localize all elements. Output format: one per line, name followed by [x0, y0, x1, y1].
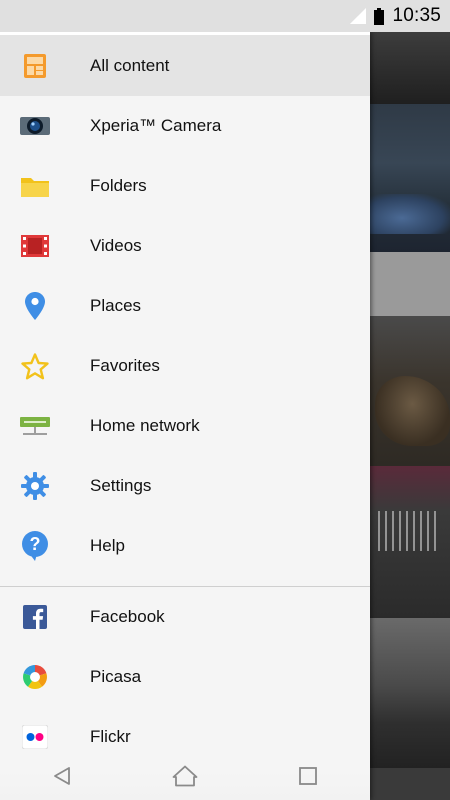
- drawer-item-xperia-camera[interactable]: Xperia™ Camera: [0, 96, 370, 156]
- flickr-icon: [20, 722, 50, 752]
- drawer-item-label: Facebook: [90, 607, 165, 626]
- clock: 10:35: [392, 5, 441, 26]
- recents-icon: [299, 767, 318, 785]
- drawer-item-all-content[interactable]: All content: [0, 36, 370, 96]
- drawer-item-label: Flickr: [90, 727, 131, 746]
- photo-thumbnail[interactable]: [370, 104, 450, 252]
- folder-icon: [20, 171, 50, 201]
- drawer-item-label: Places: [90, 296, 142, 315]
- help-icon: ?: [20, 531, 50, 561]
- drawer-item-favorites[interactable]: Favorites: [0, 336, 370, 396]
- drawer-item-label: Help: [90, 536, 125, 555]
- drawer-item-places[interactable]: Places: [0, 276, 370, 336]
- drawer-item-help[interactable]: ? Help: [0, 516, 370, 576]
- drawer-item-label: Folders: [90, 176, 147, 195]
- system-nav-bar: [0, 752, 370, 800]
- recents-button[interactable]: [263, 756, 353, 796]
- film-icon: [20, 231, 50, 261]
- svg-text:?: ?: [30, 534, 41, 554]
- drawer-item-label: Xperia™ Camera: [90, 116, 222, 135]
- back-icon: [53, 767, 70, 785]
- drawer-item-label: Settings: [90, 476, 152, 495]
- status-bar: 10:35: [0, 0, 450, 32]
- photo-thumbnail[interactable]: [370, 32, 450, 104]
- home-icon: [172, 765, 198, 787]
- drawer-item-label: Home network: [90, 416, 200, 435]
- photo-thumbnail[interactable]: [370, 466, 450, 616]
- drawer-item-picasa[interactable]: Picasa: [0, 647, 370, 707]
- drawer-item-label: Videos: [90, 236, 142, 255]
- navigation-drawer: All content Xperia™ Camera Folders Video…: [0, 32, 370, 800]
- map-pin-icon: [20, 291, 50, 321]
- drawer-item-label: All content: [90, 56, 170, 75]
- back-button[interactable]: [17, 756, 107, 796]
- drawer-item-settings[interactable]: Settings: [0, 456, 370, 516]
- photo-thumbnail[interactable]: [370, 618, 450, 768]
- star-icon: [20, 351, 50, 381]
- battery-icon: [374, 7, 385, 25]
- drawer-item-home-network[interactable]: Home network: [0, 396, 370, 456]
- drawer-item-videos[interactable]: Videos: [0, 216, 370, 276]
- drawer-item-facebook[interactable]: Facebook: [0, 587, 370, 647]
- home-network-icon: [20, 411, 50, 441]
- all-content-icon: [20, 51, 50, 81]
- gear-icon: [20, 471, 50, 501]
- drawer-item-label: Favorites: [90, 356, 160, 375]
- drawer-item-folders[interactable]: Folders: [0, 156, 370, 216]
- camera-icon: [20, 111, 50, 141]
- facebook-icon: [20, 602, 50, 632]
- photo-thumbnail[interactable]: [370, 252, 450, 316]
- picasa-icon: [20, 662, 50, 692]
- photo-grid: [370, 32, 450, 800]
- drawer-item-label: Picasa: [90, 667, 142, 686]
- home-button[interactable]: [140, 756, 230, 796]
- photo-thumbnail[interactable]: [370, 768, 450, 800]
- photo-thumbnail[interactable]: [370, 316, 450, 466]
- signal-icon: [350, 8, 367, 24]
